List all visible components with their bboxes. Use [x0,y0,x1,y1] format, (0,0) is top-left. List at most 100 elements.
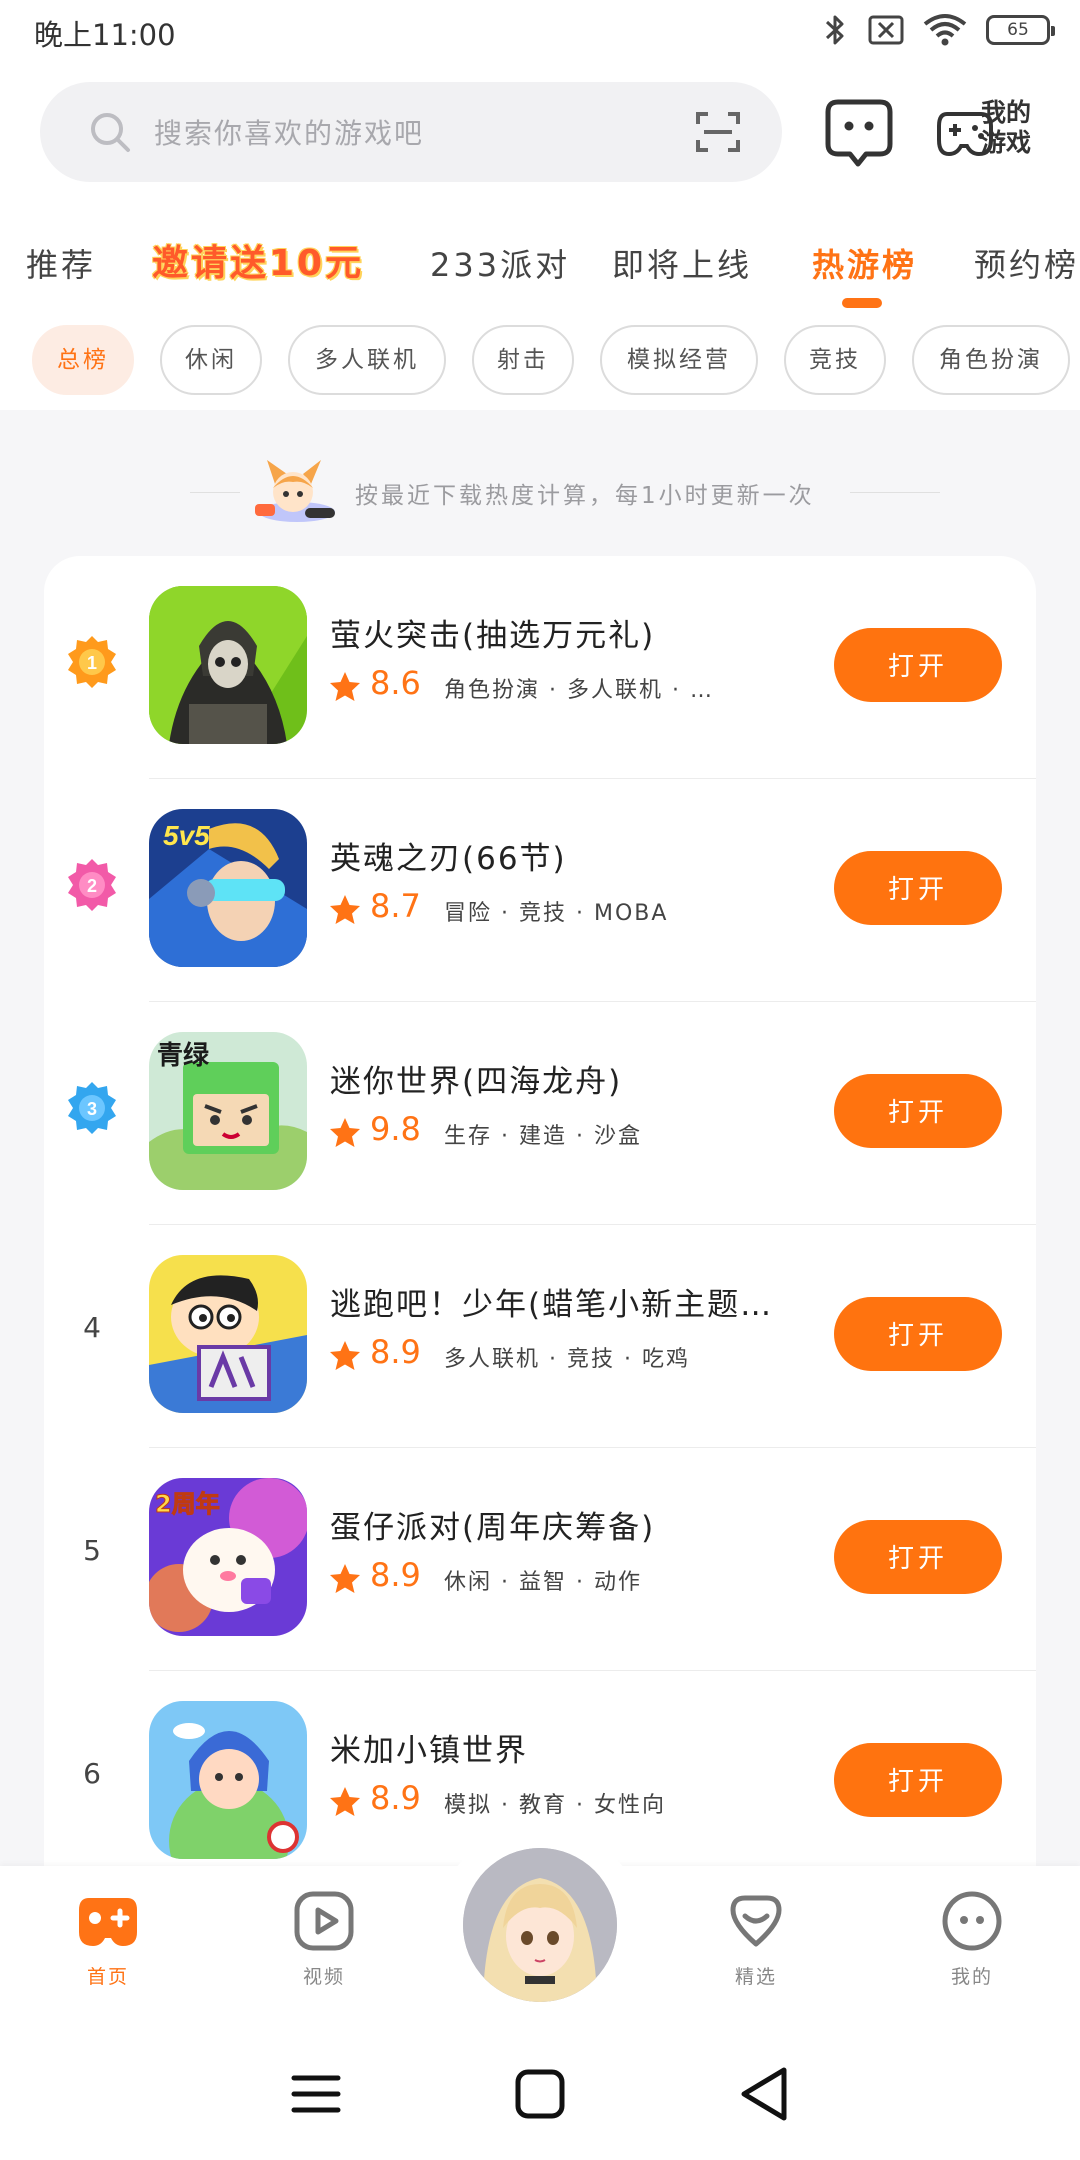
chip-competitive[interactable]: 竞技 [784,325,886,395]
sim-off-icon [868,15,904,45]
tab-recommend[interactable]: 推荐 [26,240,96,286]
tab-hot-games[interactable]: 热游榜 [812,240,917,286]
status-bar: 晚上11:00 65 [0,0,1080,64]
profile-face-icon [942,1891,1002,1951]
nav-featured-label: 精选 [734,1966,777,1988]
rank-number: 5 [83,1534,101,1567]
video-icon [294,1891,354,1951]
rank-badge-gold-icon: 1 [68,636,116,688]
tab-upcoming[interactable]: 即将上线 [612,240,752,286]
open-button[interactable]: 打开 [834,1297,1002,1371]
nav-mine[interactable]: 我的 [912,1888,1032,2008]
game-icon: 2周年 [149,1478,307,1636]
svg-text:青绿: 青绿 [157,1041,210,1071]
chip-all[interactable]: 总榜 [32,325,134,395]
my-games-label: 我的 游戏 [981,98,1032,157]
mascot-icon [255,460,335,522]
game-ranking-list: 1 萤火突击(抽选万元礼) 8.6 角色扮演 · 多人联机 · … 打开 2 5… [44,556,1036,1886]
category-tabs: 推荐 邀请送10元 233派对 即将上线 热游榜 预约榜 [0,230,1080,310]
star-icon [330,1787,360,1816]
search-input[interactable]: 搜索你喜欢的游戏吧 [40,82,782,182]
game-tags: 冒险 · 竞技 · MOBA [444,901,669,926]
list-item[interactable]: 1 萤火突击(抽选万元礼) 8.6 角色扮演 · 多人联机 · … 打开 [44,556,1036,779]
chip-rpg[interactable]: 角色扮演 [912,325,1070,395]
game-tags: 模拟 · 教育 · 女性向 [444,1793,666,1818]
status-time: 晚上11:00 [34,18,176,52]
search-icon [91,113,130,152]
game-title: 米加小镇世界 [330,1733,528,1769]
my-games-button[interactable]: 我的 游戏 [935,96,1055,170]
notice-text: 按最近下载热度计算，每1小时更新一次 [355,483,815,509]
svg-text:1: 1 [87,653,97,673]
menu-icon[interactable] [286,2064,346,2124]
game-icon [149,1255,307,1413]
divider [850,492,940,493]
game-tags: 角色扮演 · 多人联机 · … [444,678,714,703]
game-title: 蛋仔派对(周年庆筹备) [330,1510,656,1546]
open-button[interactable]: 打开 [834,628,1002,702]
list-item[interactable]: 3 青绿 迷你世界(四海龙舟) 9.8 生存 · 建造 · 沙盒 打开 [44,1002,1036,1225]
svg-text:2周年: 2周年 [155,1490,220,1518]
game-title: 迷你世界(四海龙舟) [330,1064,623,1100]
heart-chat-icon [730,1895,782,1947]
game-icon [149,586,307,744]
rank-number: 6 [83,1757,101,1790]
open-button[interactable]: 打开 [834,1743,1002,1817]
back-icon[interactable] [734,2064,794,2124]
game-score: 8.9 [370,1333,421,1371]
status-icons: 65 [820,12,1055,48]
star-icon [330,1118,360,1147]
list-item[interactable]: 5 2周年 蛋仔派对(周年庆筹备) 8.9 休闲 · 益智 · 动作 打开 [44,1448,1036,1671]
game-title: 萤火突击(抽选万元礼) [330,618,656,654]
nav-video[interactable]: 视频 [264,1888,384,2008]
avatar[interactable] [463,1848,617,2002]
home-square-icon[interactable] [510,2064,570,2124]
game-score: 8.7 [370,887,421,925]
game-icon: 青绿 [149,1032,307,1190]
nav-home[interactable]: 首页 [48,1888,168,2008]
game-icon: 5v5 [149,809,307,967]
wifi-icon [923,14,967,46]
chip-simulation[interactable]: 模拟经营 [600,325,758,395]
scan-icon[interactable] [694,108,742,156]
game-title: 逃跑吧！少年(蜡笔小新主题… [330,1287,774,1323]
tab-invite-promo[interactable]: 邀请送10元 [152,234,364,286]
star-icon [330,672,360,701]
game-icon [149,1701,307,1859]
svg-text:2: 2 [87,876,97,896]
open-button[interactable]: 打开 [834,851,1002,925]
game-tags: 多人联机 · 竞技 · 吃鸡 [444,1347,690,1372]
list-item[interactable]: 2 5v5 英魂之刃(66节) 8.7 冒险 · 竞技 · MOBA 打开 [44,779,1036,1002]
filter-chips: 总榜 休闲 多人联机 射击 模拟经营 竞技 角色扮演 [0,325,1080,397]
list-item[interactable]: 4 逃跑吧！少年(蜡笔小新主题… 8.9 多人联机 · 竞技 · 吃鸡 打开 [44,1225,1036,1448]
open-button[interactable]: 打开 [834,1520,1002,1594]
game-score: 8.9 [370,1779,421,1817]
svg-text:5v5: 5v5 [163,820,210,851]
star-icon [330,895,360,924]
home-gamepad-icon [79,1898,137,1946]
rank-number: 4 [83,1311,101,1344]
rank-badge-silver-icon: 2 [68,859,116,911]
open-button[interactable]: 打开 [834,1074,1002,1148]
chip-casual[interactable]: 休闲 [160,325,262,395]
active-tab-indicator [842,298,882,308]
message-icon[interactable] [822,96,896,170]
bluetooth-icon [825,15,844,45]
nav-home-label: 首页 [86,1966,129,1988]
rank-badge-bronze-icon: 3 [68,1082,116,1134]
chip-multiplayer[interactable]: 多人联机 [288,325,446,395]
game-tags: 生存 · 建造 · 沙盒 [444,1124,642,1149]
tab-party[interactable]: 233派对 [430,240,570,286]
divider [190,492,240,493]
game-score: 8.6 [370,664,421,702]
search-placeholder: 搜索你喜欢的游戏吧 [154,117,425,150]
nav-mine-label: 我的 [950,1966,993,1988]
chip-shooter[interactable]: 射击 [472,325,574,395]
battery-icon: 65 [986,15,1055,45]
star-icon [330,1341,360,1370]
nav-featured[interactable]: 精选 [696,1888,816,2008]
star-icon [330,1564,360,1593]
ranking-notice: 按最近下载热度计算，每1小时更新一次 [0,454,1080,534]
game-tags: 休闲 · 益智 · 动作 [444,1570,642,1595]
tab-reservation[interactable]: 预约榜 [974,240,1079,286]
